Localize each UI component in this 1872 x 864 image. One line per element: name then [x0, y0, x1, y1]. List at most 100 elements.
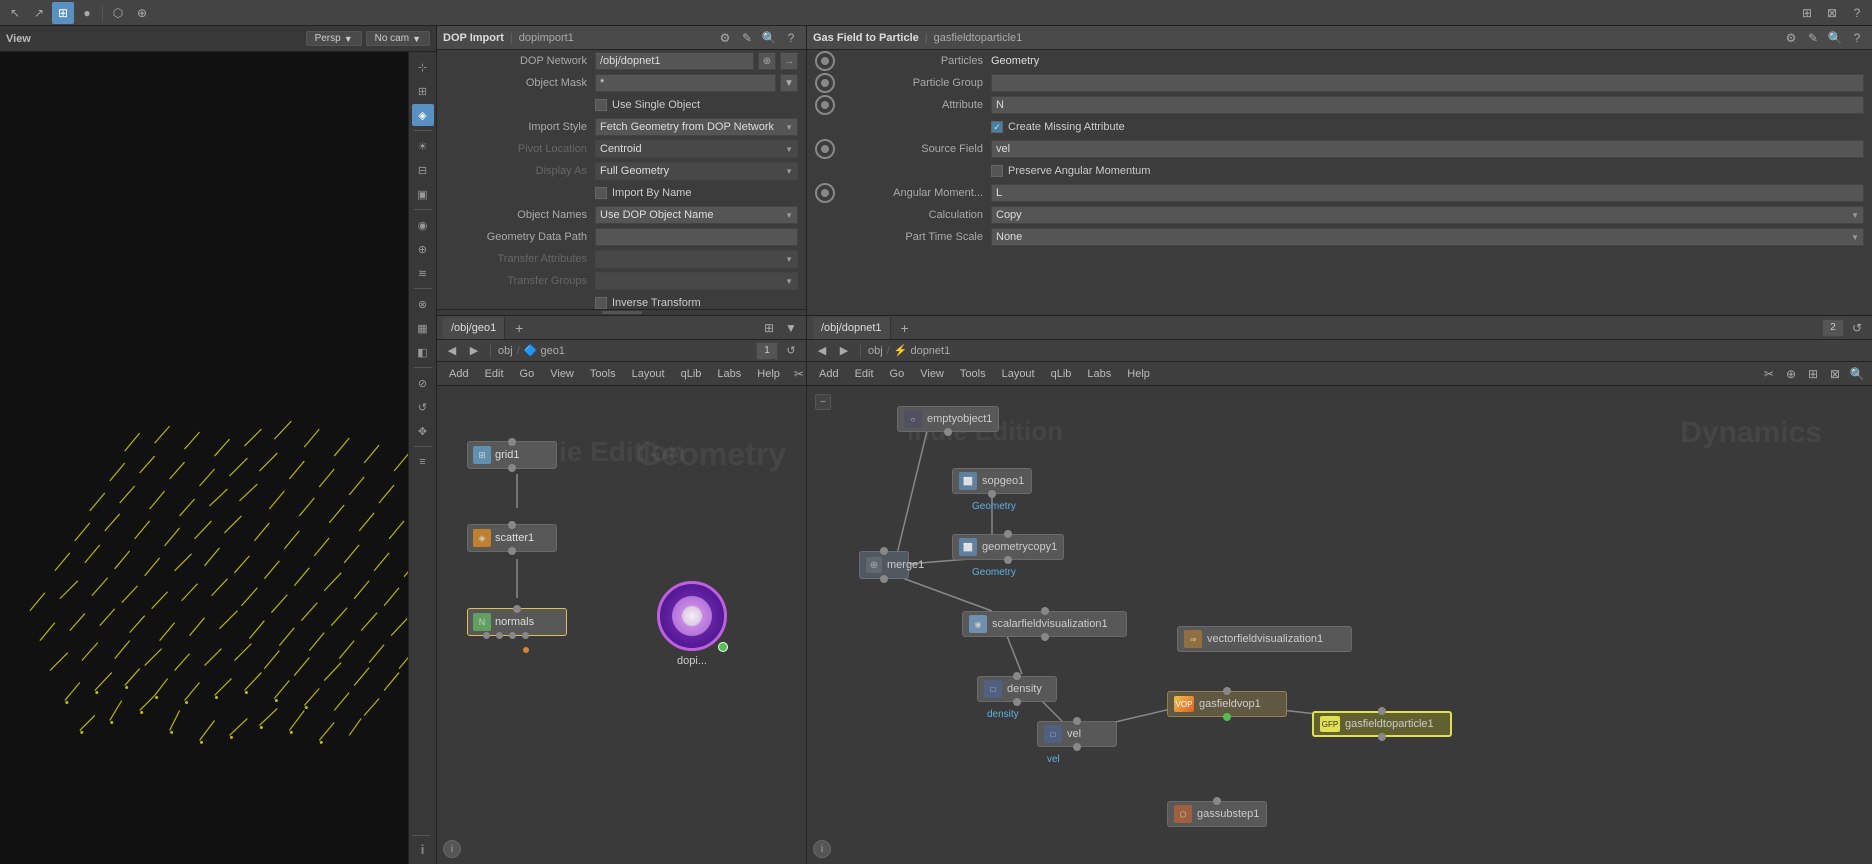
dop-network-canvas[interactable]: Indie Edition Dynamics: [807, 386, 1872, 864]
inverse-transform-checkbox[interactable]: [595, 297, 607, 309]
source-field-input[interactable]: [991, 140, 1864, 158]
dop-network-tab[interactable]: /obj/dopnet1: [813, 317, 891, 339]
gas-info-icon[interactable]: ?: [1848, 29, 1866, 47]
dop-node-vectorfieldvis1[interactable]: ⇒ vectorfieldvisualization1: [1177, 626, 1352, 652]
import-style-dropdown[interactable]: Fetch Geometry from DOP Network ▼: [595, 118, 798, 136]
dop-paste-icon[interactable]: ⊞: [1804, 365, 1822, 383]
dop-forward-btn[interactable]: ▶: [835, 342, 853, 360]
dop-node-merge1[interactable]: ⊕ merge1: [859, 551, 909, 579]
edit-icon[interactable]: ✎: [738, 29, 756, 47]
geo-path-geo[interactable]: geo1: [540, 345, 564, 357]
info-icon[interactable]: ?: [782, 29, 800, 47]
geo-node-normals[interactable]: N normals: [467, 608, 567, 636]
tool-dop[interactable]: ⬡: [107, 2, 129, 24]
dop-panel-icon2[interactable]: ↺: [1848, 319, 1866, 337]
select2-icon[interactable]: ▦: [412, 317, 434, 339]
dop-page-indicator[interactable]: 2: [1822, 319, 1844, 337]
gas-search-icon[interactable]: 🔍: [1826, 29, 1844, 47]
particle-group-input[interactable]: [991, 74, 1864, 92]
dop-menu-view[interactable]: View: [914, 363, 950, 385]
dop-network-pick-btn[interactable]: ⊕: [758, 52, 776, 70]
dop-network-jump-btn[interactable]: →: [780, 52, 798, 70]
camera-perspective-btn[interactable]: Persp ▼: [306, 31, 362, 46]
geo-menu-tools[interactable]: Tools: [584, 363, 622, 385]
view2-icon[interactable]: ◧: [412, 341, 434, 363]
add-geo-tab-btn[interactable]: +: [509, 318, 529, 338]
geometry-data-path-input[interactable]: [595, 228, 798, 246]
dop-back-btn[interactable]: ◀: [813, 342, 831, 360]
dop-menu-qlib[interactable]: qLib: [1045, 363, 1078, 385]
geo-menu-layout[interactable]: Layout: [626, 363, 671, 385]
search-icon[interactable]: 🔍: [760, 29, 778, 47]
dop-cut-icon[interactable]: ✂: [1760, 365, 1778, 383]
dop-node-emptyobject1[interactable]: ○ emptyobject1: [897, 406, 999, 432]
pan-icon[interactable]: ✥: [412, 420, 434, 442]
tool-paint[interactable]: ●: [76, 2, 98, 24]
preserve-angular-momentum-checkbox[interactable]: [991, 165, 1003, 177]
toggle-icon[interactable]: ≡: [412, 451, 434, 473]
dop-menu-add[interactable]: Add: [813, 363, 845, 385]
geo-path-obj[interactable]: obj: [498, 345, 513, 357]
geo-node-grid1[interactable]: ⊞ grid1: [467, 441, 557, 469]
grid-icon[interactable]: ⊞: [412, 80, 434, 102]
transfer-attributes-dropdown[interactable]: ▼: [595, 250, 798, 268]
orbit-icon[interactable]: ↺: [412, 396, 434, 418]
geo-menu-view[interactable]: View: [544, 363, 580, 385]
camera2-icon[interactable]: ⊟: [412, 159, 434, 181]
dop-path-dopnet[interactable]: dopnet1: [910, 345, 950, 357]
dop-menu-edit[interactable]: Edit: [849, 363, 880, 385]
tool-arrow[interactable]: ↗: [28, 2, 50, 24]
geo-menu-edit[interactable]: Edit: [479, 363, 510, 385]
dop-menu-labs[interactable]: Labs: [1081, 363, 1117, 385]
angular-moment-input[interactable]: [991, 184, 1864, 202]
dop-node-density[interactable]: □ density density: [977, 676, 1057, 702]
object-names-dropdown[interactable]: Use DOP Object Name ▼: [595, 206, 798, 224]
geo-panel-icon1[interactable]: ⊞: [760, 319, 778, 337]
display-as-dropdown[interactable]: Full Geometry ▼: [595, 162, 798, 180]
calculation-dropdown[interactable]: Copy ▼: [991, 206, 1864, 224]
dop-node-gasfieldtoparticle1[interactable]: GFP gasfieldtoparticle1: [1312, 711, 1452, 737]
dop-copy-icon[interactable]: ⊕: [1782, 365, 1800, 383]
transfer-groups-dropdown[interactable]: ▼: [595, 272, 798, 290]
geo-node-dopimport[interactable]: dopi...: [657, 581, 727, 667]
dop-grid2-icon[interactable]: ⊠: [1826, 365, 1844, 383]
info2-icon[interactable]: i: [412, 838, 434, 860]
geo-node-scatter1[interactable]: ◈ scatter1: [467, 524, 557, 552]
dop-info-btn[interactable]: i: [813, 840, 831, 858]
vis-icon[interactable]: ◉: [412, 214, 434, 236]
dop-zoom-icon[interactable]: 🔍: [1848, 365, 1866, 383]
dop-node-geometrycopy1[interactable]: ⬜ geometrycopy1 Geometry: [952, 534, 1064, 560]
geo-network-tab[interactable]: /obj/geo1: [443, 317, 505, 339]
tool-more[interactable]: ⊕: [131, 2, 153, 24]
particle-icon[interactable]: ⊕: [412, 238, 434, 260]
dop-menu-layout[interactable]: Layout: [996, 363, 1041, 385]
create-missing-attr-checkbox[interactable]: ✓: [991, 121, 1003, 133]
tool-question[interactable]: ?: [1846, 2, 1868, 24]
dop-path-obj[interactable]: obj: [868, 345, 883, 357]
dop-node-gasfieldvop1[interactable]: VOP gasfieldvop1: [1167, 691, 1287, 717]
zoom-icon[interactable]: ⊘: [412, 372, 434, 394]
render-icon[interactable]: ▣: [412, 183, 434, 205]
field-icon[interactable]: ≋: [412, 262, 434, 284]
dop-collapse-btn[interactable]: −: [815, 394, 831, 410]
dop-menu-tools[interactable]: Tools: [954, 363, 992, 385]
geo-path-refresh-btn[interactable]: ↺: [782, 342, 800, 360]
geo-menu-help[interactable]: Help: [751, 363, 786, 385]
import-by-name-checkbox[interactable]: [595, 187, 607, 199]
geo-menu-qlib[interactable]: qLib: [675, 363, 708, 385]
light-icon[interactable]: ☀: [412, 135, 434, 157]
snap-icon[interactable]: ⊹: [412, 56, 434, 78]
pivot-location-dropdown[interactable]: Centroid ▼: [595, 140, 798, 158]
dop-node-sopgeo1[interactable]: ⬜ sopgeo1 Geometry: [952, 468, 1032, 494]
geo-path-page-btn[interactable]: 1: [756, 342, 778, 360]
dop-menu-go[interactable]: Go: [884, 363, 911, 385]
tool-select[interactable]: ⊞: [52, 2, 74, 24]
gas-gear-icon[interactable]: ⚙: [1782, 29, 1800, 47]
geo-cut-icon[interactable]: ✂: [790, 365, 808, 383]
geo-menu-add[interactable]: Add: [443, 363, 475, 385]
handle-icon[interactable]: ⊗: [412, 293, 434, 315]
object-mask-dropdown-btn[interactable]: ▼: [780, 74, 798, 92]
geo-info-btn[interactable]: i: [443, 840, 461, 858]
gas-edit-icon[interactable]: ✎: [1804, 29, 1822, 47]
attribute-input[interactable]: [991, 96, 1864, 114]
